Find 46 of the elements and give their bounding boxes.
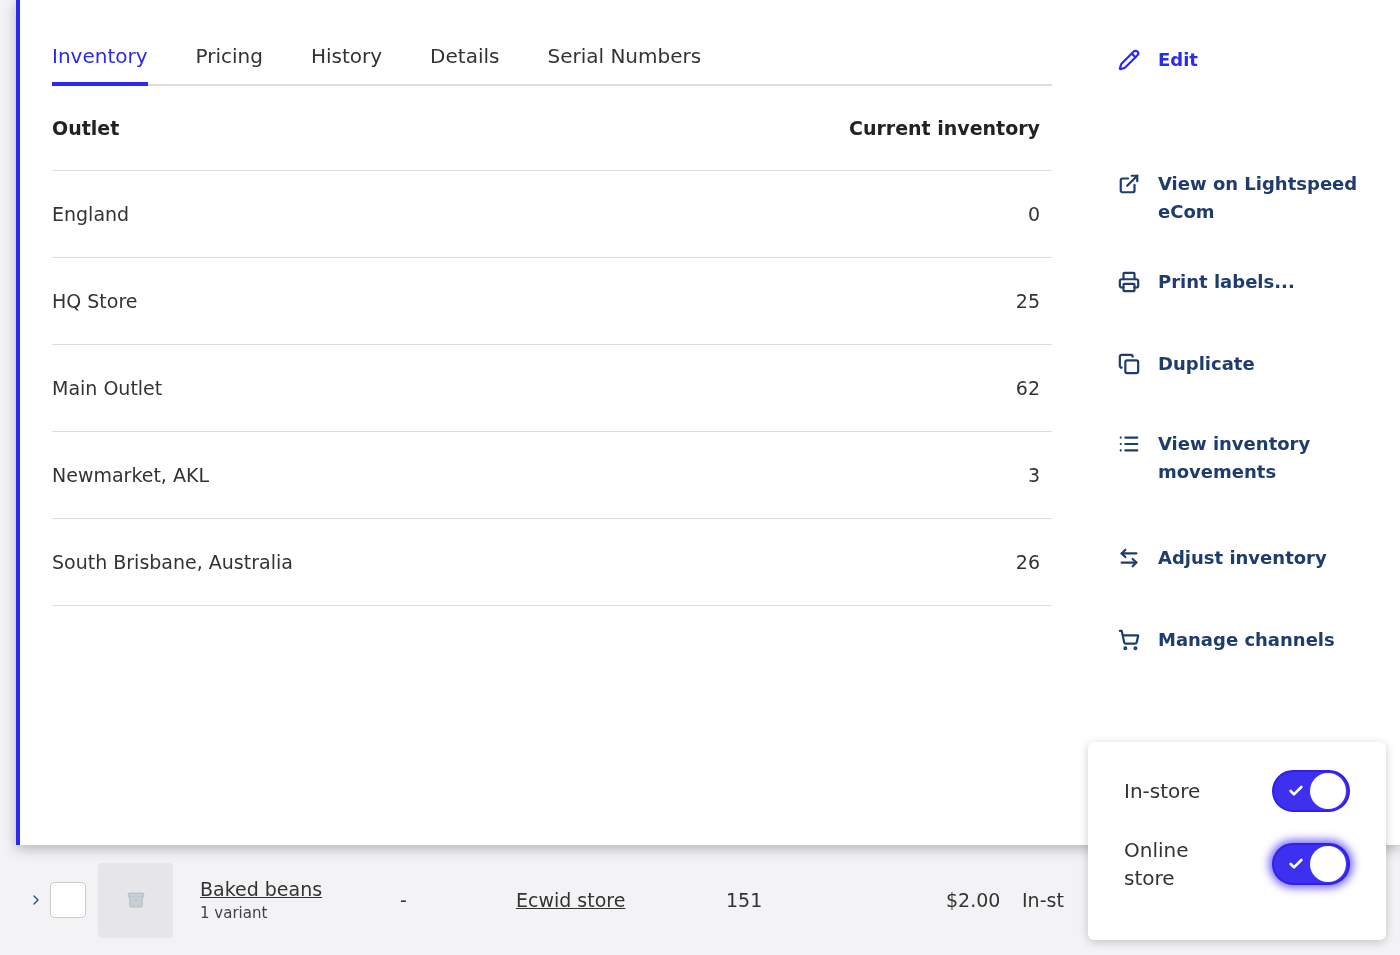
pencil-icon <box>1118 49 1140 71</box>
toggle-switch[interactable] <box>1272 843 1350 885</box>
action-link[interactable]: Edit <box>1118 46 1393 74</box>
action-link[interactable]: Manage channels <box>1118 626 1393 654</box>
table-cell: 3 <box>1027 464 1040 486</box>
cart-icon <box>1118 629 1140 651</box>
table-cell-text: 151 <box>726 889 764 911</box>
action-link[interactable]: Duplicate <box>1118 350 1393 378</box>
price: $2.00 <box>946 889 1002 911</box>
tab[interactable]: History <box>310 44 383 86</box>
table-cell: Newmarket, AKL <box>52 464 209 486</box>
table-cell-text: - <box>400 889 408 911</box>
tab[interactable]: Serial Numbers <box>547 44 702 86</box>
action-link[interactable]: Adjust inventory <box>1118 544 1393 572</box>
table-cell: HQ Store <box>52 290 138 312</box>
copy-icon <box>1118 353 1140 375</box>
action-link[interactable]: View inventory movements <box>1118 430 1393 486</box>
tab[interactable]: Pricing <box>195 44 263 86</box>
check-icon <box>1288 783 1304 799</box>
channel-label: Online store <box>1124 837 1190 892</box>
table-cell: South Brisbane, Australia <box>52 551 293 573</box>
action-link[interactable]: View on Lightspeed eCom <box>1118 170 1393 226</box>
arrows-icon <box>1118 547 1140 569</box>
product-link[interactable]: Baked beans <box>200 878 323 900</box>
tab[interactable]: Inventory <box>52 44 148 86</box>
external-link-icon <box>1118 173 1140 195</box>
table-cell: Main Outlet <box>52 377 163 399</box>
column-header: Current inventory <box>848 117 1040 139</box>
column-header: Outlet <box>52 117 120 139</box>
table-cell: 0 <box>1027 203 1040 225</box>
box-icon <box>126 891 145 909</box>
table-cell: 62 <box>1015 377 1040 399</box>
list-icon <box>1118 433 1140 455</box>
check-icon <box>1288 856 1304 872</box>
toggle-switch[interactable] <box>1272 770 1350 812</box>
channel-link[interactable]: Ecwid store <box>516 889 626 911</box>
table-cell: 26 <box>1015 551 1040 573</box>
table-cell: In-st <box>1022 889 1062 911</box>
table-cell: 25 <box>1015 290 1040 312</box>
channel-label: In-store <box>1124 778 1202 805</box>
variant-count: 1 variant <box>200 904 269 922</box>
table-cell: England <box>52 203 130 225</box>
checkbox[interactable] <box>50 882 86 918</box>
action-link[interactable]: Print labels... <box>1118 268 1393 296</box>
tab[interactable]: Details <box>430 44 500 86</box>
printer-icon <box>1118 271 1140 293</box>
